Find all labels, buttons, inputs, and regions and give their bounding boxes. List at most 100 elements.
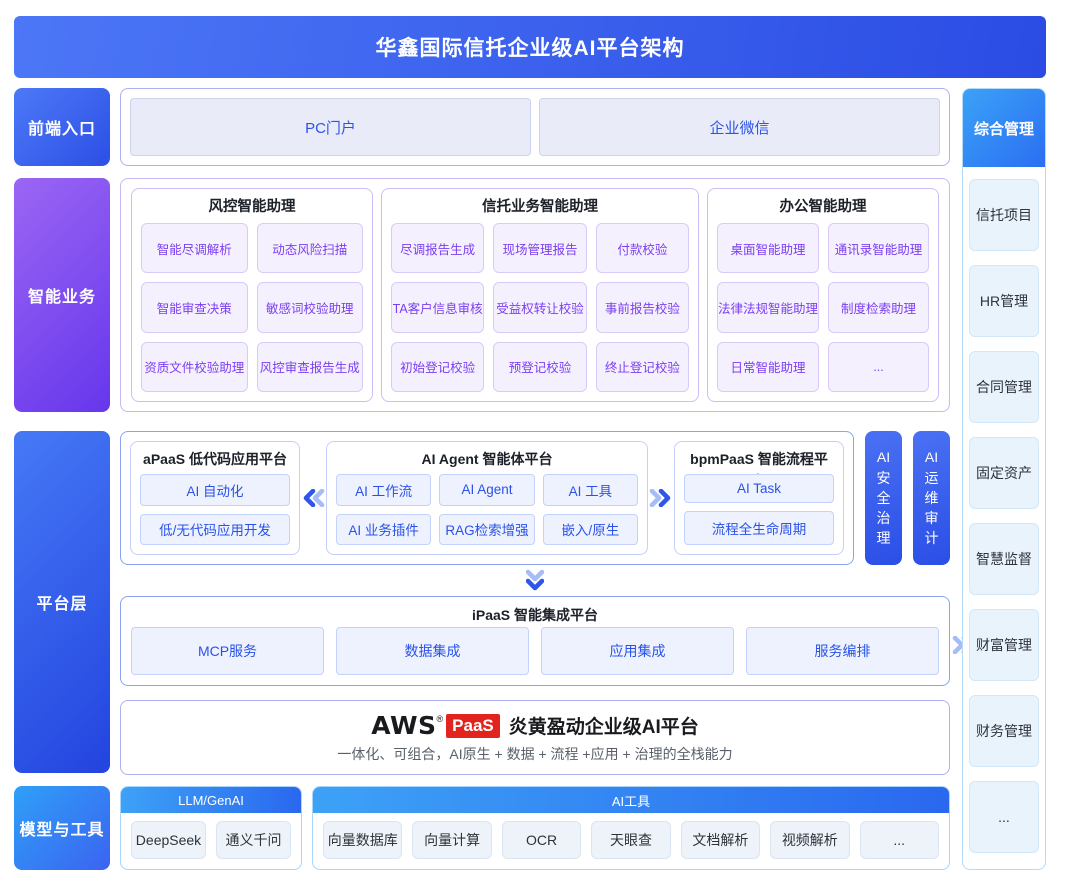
rail-models-tools: 模型与工具 bbox=[14, 786, 110, 870]
ai-tools-panel: AI工具 向量数据库 向量计算 OCR 天眼查 文档解析 视频解析 ... bbox=[312, 786, 950, 870]
paas-badge: PaaS bbox=[446, 714, 500, 738]
rail-platform-layer: 平台层 bbox=[14, 431, 110, 773]
models-tools-row: LLM/GenAI DeepSeek 通义千问 AI工具 向量数据库 向量计算 … bbox=[120, 786, 950, 870]
base-platform-name: 炎黄盈动企业级AI平台 bbox=[509, 712, 699, 739]
frontend-entry-panel: PC门户 企业微信 bbox=[120, 88, 950, 166]
platform-node: 流程全生命周期 bbox=[684, 511, 834, 545]
tool-node: 视频解析 bbox=[770, 821, 849, 859]
aws-paas-panel: AWS ® PaaS 炎黄盈动企业级AI平台 一体化、可组合，AI原生 + 数据… bbox=[120, 700, 950, 775]
tool-node: 向量数据库 bbox=[323, 821, 402, 859]
model-node: 通义千问 bbox=[216, 821, 291, 859]
double-chevron-down-icon bbox=[526, 569, 544, 593]
platform-node: AI 工作流 bbox=[336, 474, 431, 506]
business-node: 敏感词校验助理 bbox=[257, 282, 364, 332]
frontend-node-wechat-work: 企业微信 bbox=[539, 98, 940, 156]
business-node: 终止登记校验 bbox=[596, 342, 689, 392]
business-node: 风控审查报告生成 bbox=[257, 342, 364, 392]
ipaas-node: MCP服务 bbox=[131, 627, 324, 675]
business-node: 尽调报告生成 bbox=[391, 223, 484, 273]
diagram-title: 华鑫国际信托企业级AI平台架构 bbox=[14, 16, 1046, 78]
ipaas-node: 应用集成 bbox=[541, 627, 734, 675]
platform-row: aPaaS 低代码应用平台 AI 自动化 低/无代码应用开发 AI Agent … bbox=[120, 431, 950, 565]
frontend-node-pc-portal: PC门户 bbox=[130, 98, 531, 156]
platform-panel: aPaaS 低代码应用平台 AI 自动化 低/无代码应用开发 AI Agent … bbox=[120, 431, 854, 565]
ai-tools-header: AI工具 bbox=[313, 787, 949, 813]
right-rail-item: HR管理 bbox=[969, 265, 1039, 337]
business-node: 付款校验 bbox=[596, 223, 689, 273]
apaas-box: aPaaS 低代码应用平台 AI 自动化 低/无代码应用开发 bbox=[130, 441, 300, 555]
business-node: 法律法规智能助理 bbox=[717, 282, 819, 332]
ai-ops-audit-pill: AI 运维审计 bbox=[913, 431, 950, 565]
group-grid: 智能尽调解析 动态风险扫描 智能审查决策 敏感词校验助理 资质文件校验助理 风控… bbox=[141, 223, 363, 392]
platform-node: 嵌入/原生 bbox=[543, 514, 638, 546]
ai-agent-box: AI Agent 智能体平台 AI 工作流 AI Agent AI 工具 AI … bbox=[326, 441, 648, 555]
right-rail-item: 信托项目 bbox=[969, 179, 1039, 251]
business-node: 动态风险扫描 bbox=[257, 223, 364, 273]
platform-node: AI Task bbox=[684, 474, 834, 503]
tool-node: ... bbox=[860, 821, 939, 859]
aws-logo: AWS bbox=[371, 711, 436, 740]
rail-intelligent-business: 智能业务 bbox=[14, 178, 110, 412]
business-node: TA客户信息审核 bbox=[391, 282, 484, 332]
tool-node: 天眼查 bbox=[591, 821, 670, 859]
ipaas-panel: iPaaS 智能集成平台 MCP服务 数据集成 应用集成 服务编排 bbox=[120, 596, 950, 686]
group-grid: 尽调报告生成 现场管理报告 付款校验 TA客户信息审核 受益权转让校验 事前报告… bbox=[391, 223, 689, 392]
business-node: 预登记校验 bbox=[493, 342, 586, 392]
group-risk-assistant: 风控智能助理 智能尽调解析 动态风险扫描 智能审查决策 敏感词校验助理 资质文件… bbox=[131, 188, 373, 402]
platform-node: AI 自动化 bbox=[140, 474, 290, 506]
right-rail-item: 财务管理 bbox=[969, 695, 1039, 767]
right-rail-item: 固定资产 bbox=[969, 437, 1039, 509]
ai-security-governance-pill: AI 安全治理 bbox=[865, 431, 902, 565]
tool-node: 文档解析 bbox=[681, 821, 760, 859]
business-node: 现场管理报告 bbox=[493, 223, 586, 273]
business-node: 初始登记校验 bbox=[391, 342, 484, 392]
group-trust-assistant: 信托业务智能助理 尽调报告生成 现场管理报告 付款校验 TA客户信息审核 受益权… bbox=[381, 188, 699, 402]
platform-node: AI 工具 bbox=[543, 474, 638, 506]
business-node: 制度检索助理 bbox=[828, 282, 929, 332]
group-title: 风控智能助理 bbox=[141, 195, 363, 219]
ai-agent-title: AI Agent 智能体平台 bbox=[336, 448, 638, 470]
business-node: 受益权转让校验 bbox=[493, 282, 586, 332]
right-rail-item: 财富管理 bbox=[969, 609, 1039, 681]
business-node: 智能审查决策 bbox=[141, 282, 248, 332]
business-node: 桌面智能助理 bbox=[717, 223, 819, 273]
bpmpaas-box: bpmPaaS 智能流程平台 AI Task 流程全生命周期 bbox=[674, 441, 844, 555]
business-node: 日常智能助理 bbox=[717, 342, 819, 392]
business-panel: 风控智能助理 智能尽调解析 动态风险扫描 智能审查决策 敏感词校验助理 资质文件… bbox=[120, 178, 950, 412]
apaas-title: aPaaS 低代码应用平台 bbox=[140, 448, 290, 470]
business-node: 事前报告校验 bbox=[596, 282, 689, 332]
ipaas-node: 服务编排 bbox=[746, 627, 939, 675]
llm-genai-panel: LLM/GenAI DeepSeek 通义千问 bbox=[120, 786, 302, 870]
tool-node: OCR bbox=[502, 821, 581, 859]
left-rail: 前端入口 智能业务 平台层 模型与工具 bbox=[14, 88, 110, 870]
platform-node: RAG检索增强 bbox=[439, 514, 534, 546]
business-node: ... bbox=[828, 342, 929, 392]
tool-node: 向量计算 bbox=[412, 821, 491, 859]
group-office-assistant: 办公智能助理 桌面智能助理 通讯录智能助理 法律法规智能助理 制度检索助理 日常… bbox=[707, 188, 939, 402]
platform-node: AI Agent bbox=[439, 474, 534, 506]
platform-node: AI 业务插件 bbox=[336, 514, 431, 546]
model-node: DeepSeek bbox=[131, 821, 206, 859]
rail-frontend-entry: 前端入口 bbox=[14, 88, 110, 166]
bpmpaas-title: bpmPaaS 智能流程平台 bbox=[684, 448, 834, 470]
double-chevron-left-icon bbox=[301, 489, 325, 507]
business-node: 资质文件校验助理 bbox=[141, 342, 248, 392]
business-node: 通讯录智能助理 bbox=[828, 223, 929, 273]
right-rail-item: 合同管理 bbox=[969, 351, 1039, 423]
double-chevron-right-icon bbox=[649, 489, 673, 507]
right-rail-item: ... bbox=[969, 781, 1039, 853]
base-platform-subtitle: 一体化、可组合，AI原生 + 数据 + 流程 +应用 + 治理的全栈能力 bbox=[337, 744, 732, 764]
right-rail: 综合管理 信托项目 HR管理 合同管理 固定资产 智慧监督 财富管理 财务管理 … bbox=[962, 88, 1046, 870]
registered-mark: ® bbox=[437, 714, 444, 724]
business-node: 智能尽调解析 bbox=[141, 223, 248, 273]
main-column: PC门户 企业微信 风控智能助理 智能尽调解析 动态风险扫描 智能审查决策 敏感… bbox=[120, 88, 950, 870]
llm-genai-header: LLM/GenAI bbox=[121, 787, 301, 813]
group-grid: 桌面智能助理 通讯录智能助理 法律法规智能助理 制度检索助理 日常智能助理 ..… bbox=[717, 223, 929, 392]
architecture-diagram: 华鑫国际信托企业级AI平台架构 前端入口 智能业务 平台层 模型与工具 PC门户… bbox=[0, 0, 1080, 890]
ipaas-title: iPaaS 智能集成平台 bbox=[131, 603, 939, 627]
comprehensive-mgmt-header: 综合管理 bbox=[963, 89, 1045, 167]
group-title: 办公智能助理 bbox=[717, 195, 929, 219]
platform-node: 低/无代码应用开发 bbox=[140, 514, 290, 546]
group-title: 信托业务智能助理 bbox=[391, 195, 689, 219]
ipaas-node: 数据集成 bbox=[336, 627, 529, 675]
